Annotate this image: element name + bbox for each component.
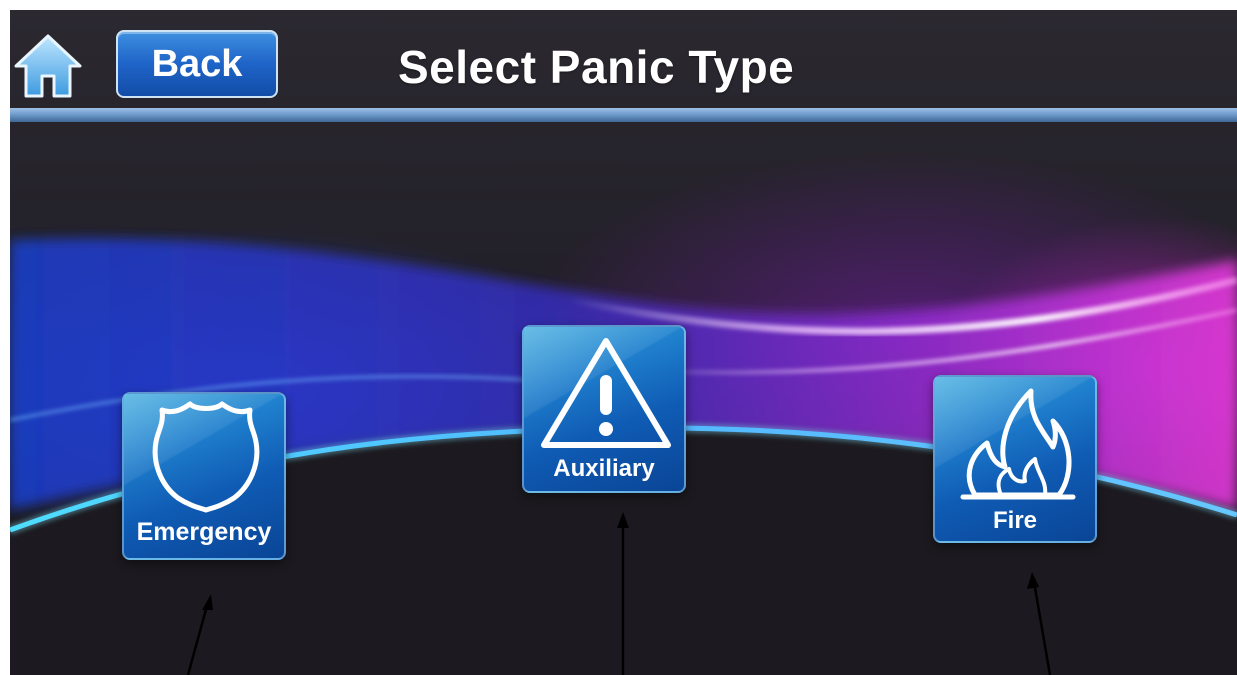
emergency-button[interactable]: Emergency: [122, 392, 286, 560]
auxiliary-button[interactable]: Auxiliary: [522, 325, 686, 493]
panic-screen: Back Select Panic Type Emergency Auxilia…: [10, 10, 1237, 675]
home-button[interactable]: [12, 30, 84, 102]
home-icon: [14, 34, 82, 98]
emergency-label: Emergency: [136, 518, 272, 546]
back-button[interactable]: Back: [116, 30, 278, 98]
top-bar: Back Select Panic Type: [10, 10, 1237, 122]
flame-icon: [960, 388, 1076, 500]
auxiliary-label: Auxiliary: [553, 455, 655, 482]
page-title: Select Panic Type: [398, 41, 795, 93]
shield-icon: [152, 401, 260, 513]
fire-label: Fire: [992, 507, 1037, 534]
header-divider: [10, 108, 1237, 122]
fire-button[interactable]: Fire: [933, 375, 1097, 543]
warning-triangle-icon: [541, 338, 671, 448]
